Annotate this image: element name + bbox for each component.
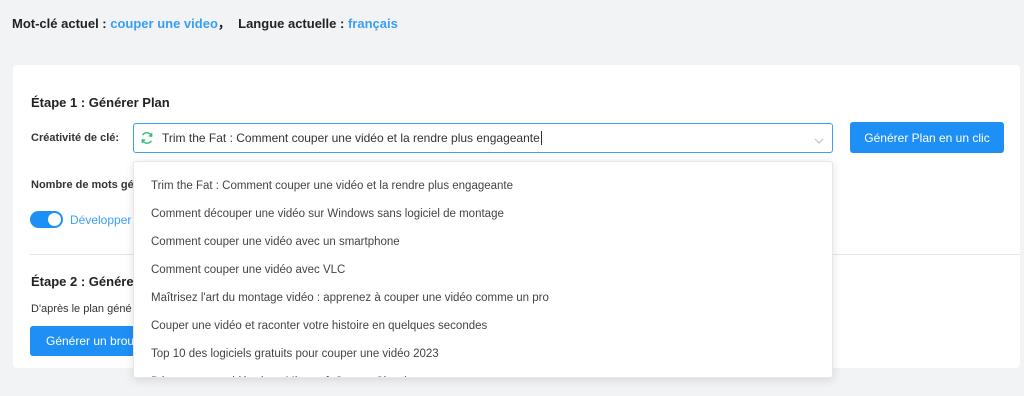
step2-title: Étape 2 : Génére <box>31 274 134 289</box>
word-count-label: Nombre de mots gé <box>31 179 134 191</box>
current-context-bar: Mot-clé actuel : couper une video， Langu… <box>12 13 398 32</box>
title-select[interactable]: Trim the Fat : Comment couper une vidéo … <box>133 123 833 153</box>
dropdown-option[interactable]: Top 10 des logiciels gratuits pour coupe… <box>134 340 832 368</box>
dropdown-option[interactable]: Comment découper une vidéo sur Windows s… <box>134 200 832 228</box>
expand-toggle[interactable] <box>30 211 63 228</box>
toggle-knob <box>48 213 61 226</box>
chevron-down-icon[interactable] <box>814 133 824 144</box>
keyword-value: couper une video <box>110 16 218 31</box>
language-label: Langue actuelle : <box>238 16 345 31</box>
dropdown-option[interactable]: Comment couper une vidéo avec un smartph… <box>134 228 832 256</box>
language-value: français <box>347 16 398 31</box>
dropdown-option[interactable]: Trim the Fat : Comment couper une vidéo … <box>134 172 832 200</box>
dropdown-option[interactable]: Maîtrisez l'art du montage vidéo : appre… <box>134 284 832 312</box>
step1-title: Étape 1 : Générer Plan <box>31 95 170 110</box>
generate-plan-button[interactable]: Générer Plan en un clic <box>850 122 1004 153</box>
refresh-icon[interactable] <box>140 131 154 145</box>
expand-toggle-label: Développer <box>70 213 132 227</box>
dropdown-option[interactable]: Couper une vidéo et raconter votre histo… <box>134 312 832 340</box>
generate-draft-button[interactable]: Générer un broui <box>30 326 150 356</box>
title-dropdown: Trim the Fat : Comment couper une vidéo … <box>133 161 833 378</box>
text-cursor <box>540 131 542 145</box>
dropdown-option[interactable]: Comment couper une vidéo avec VLC <box>134 256 832 284</box>
separator: ， <box>217 16 231 31</box>
creativity-label: Créativité de clé: <box>31 132 120 144</box>
keyword-label: Mot-clé actuel : <box>12 16 107 31</box>
selected-title: Trim the Fat : Comment couper une vidéo … <box>162 131 540 145</box>
step2-description: D'après le plan géné <box>31 303 132 315</box>
dropdown-option[interactable]: Découper une vidéo dans Microsoft Stream… <box>134 368 832 377</box>
dropdown-list: Trim the Fat : Comment couper une vidéo … <box>134 162 832 377</box>
